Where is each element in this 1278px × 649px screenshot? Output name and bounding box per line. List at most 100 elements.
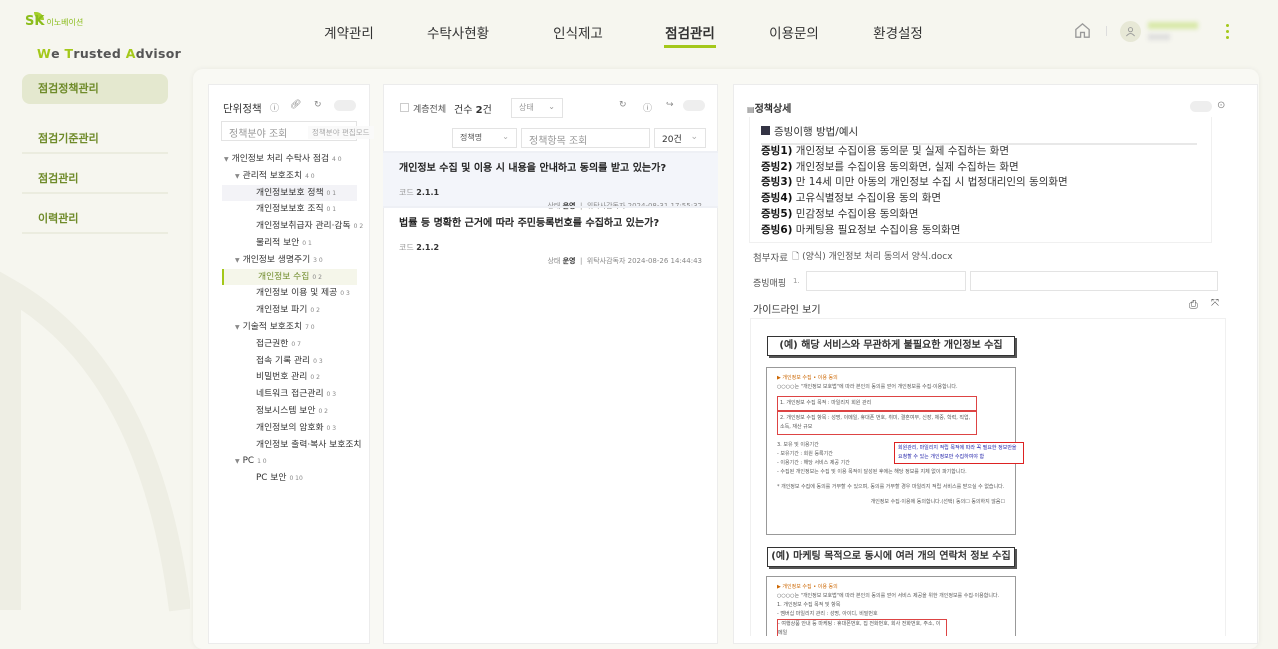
watermark-icon xyxy=(0,271,190,612)
guideline-label: 가이드라인 보기 xyxy=(753,305,821,316)
home-icon[interactable] xyxy=(1073,21,1092,40)
attach-file-link[interactable]: 🗋︎ (양식) 개인정보 처리 동의서 양식.docx xyxy=(792,249,953,265)
guide-line: ○○○○는 "개인정보 보호법"에 따라 본인의 동의를 얻어 서비스 제공을 … xyxy=(777,593,1000,599)
policy-list-item[interactable]: 개인정보 수집 및 이용 시 내용을 안내하고 동의를 받고 있는가? 코드 2… xyxy=(383,151,718,210)
nav-settings[interactable]: 환경설정 xyxy=(858,22,938,48)
guide-line: - 수집된 개인정보는 수집 및 이용 목적이 달성된 후에는 해당 정보를 지… xyxy=(777,469,967,475)
tree-node[interactable]: ▼ PC 1 0 xyxy=(222,453,357,470)
guide-note: 회원관리, 마일리지 적립 목적에 따라 꼭 필요한 정보만을 요청할 수 있는… xyxy=(894,442,1024,464)
nav-contract[interactable]: 계약관리 xyxy=(300,22,398,48)
help-icon[interactable]: ⓘ xyxy=(643,101,652,114)
evidence-item: 증빙2) 개인정보를 수집이용 동의화면, 실제 수집하는 화면 xyxy=(761,160,1019,173)
tree-node[interactable]: 개인정보 이용 및 제공 0 3 xyxy=(222,285,357,302)
item-code: 코드 2.1.1 xyxy=(399,188,440,197)
tree-node[interactable]: 개인정보 파기 0 2 xyxy=(222,302,357,319)
all-levels-checkbox[interactable] xyxy=(400,103,409,112)
tree-node[interactable]: 개인정보 수집 0 2 xyxy=(222,268,357,286)
help-icon[interactable]: ⓘ xyxy=(270,101,279,114)
caret-down-icon[interactable]: ▼ xyxy=(235,257,240,264)
guide-line: - 여행상품 안내 등 마케팅 : 휴대폰번호, 집 전화번호, 회사 전화번호… xyxy=(777,619,947,636)
mapping-input-1[interactable] xyxy=(806,271,966,291)
guide-heading: (예) 해당 서비스와 무관하게 불필요한 개인정보 수집 xyxy=(767,336,1015,356)
top-nav: 계약관리 수탁사현황 인식제고 점검관리 이용문의 환경설정 xyxy=(300,22,938,48)
guide-line: ▶ 개인정보 수집 • 이용 동의 xyxy=(777,375,838,381)
policy-tree: ▼ 개인정보 처리 수탁사 점검 4 0 ▼ 관리적 보호조치 4 0 개인정보보호 정책 0… xyxy=(222,151,363,487)
user-name-blurred xyxy=(1148,22,1198,29)
item-meta: 상태 운영 | 위탁사감독자 2024-08-26 14:44:43 xyxy=(547,257,702,265)
tree-node[interactable]: 개인정보취급자 관리·감독 0 2 xyxy=(222,218,363,235)
file-icon: 🗋︎ xyxy=(792,252,800,262)
guide-line: 1. 개인정보 수집 목적 : 마일리지 회원 관리 xyxy=(777,396,977,411)
fullscreen-icon[interactable]: ⤧ xyxy=(1211,298,1219,309)
user-icon xyxy=(1126,27,1135,37)
detail-title: ▤정책상세 xyxy=(747,104,792,115)
avatar[interactable] xyxy=(1120,21,1141,42)
caret-down-icon[interactable]: ▼ xyxy=(235,458,240,465)
more-menu-icon[interactable] xyxy=(1226,24,1230,42)
caret-down-icon[interactable]: ▼ xyxy=(224,156,229,163)
nav-inspection[interactable]: 점검관리 xyxy=(664,22,716,48)
guide-line: - 멤버십 마일리지 관리 : 성명, 아이디, 비밀번호 xyxy=(777,611,878,617)
field-select[interactable]: 정책명 ⌄ xyxy=(452,128,517,148)
list-toggle[interactable] xyxy=(683,100,705,111)
tree-node[interactable]: ▼ 개인정보 생명주기 3 0 xyxy=(222,252,357,269)
guide-line: 개인정보 수집·이용에 동의합니다.(선택) 동의☐ 동의하지 않음☐ xyxy=(870,499,1005,505)
guideline-viewer[interactable]: (예) 해당 서비스와 무관하게 불필요한 개인정보 수집 ▶ 개인정보 수집 … xyxy=(750,318,1226,636)
target-icon[interactable]: ⊙ xyxy=(1217,100,1225,111)
tagline: We Trusted Advisor xyxy=(37,46,182,61)
tree-node[interactable]: ▼ 기술적 보호조치 7 0 xyxy=(222,319,357,336)
tree-node[interactable]: 개인정보의 암호화 0 3 xyxy=(222,420,357,437)
tree-node[interactable]: PC 보안 0 10 xyxy=(222,470,357,487)
sidebar-item-history[interactable]: 이력관리 xyxy=(22,194,168,234)
sidebar-item-criteria[interactable]: 점검기준관리 xyxy=(22,114,168,154)
caret-down-icon[interactable]: ▼ xyxy=(235,173,240,180)
edit-mode-tooltip: 정책분야 편집모드 xyxy=(308,126,374,139)
print-icon[interactable]: ⎙ xyxy=(1189,298,1198,312)
sidebar-item-policy[interactable]: 점검정책관리 xyxy=(22,74,168,104)
guide-image: ▶ 개인정보 수집 • 이용 동의 ○○○○는 "개인정보 보호법"에 따라 본인… xyxy=(766,576,1016,636)
tree-node[interactable]: ▼ 관리적 보호조치 4 0 xyxy=(222,168,357,185)
sidebar-item-inspection[interactable]: 점검관리 xyxy=(22,154,168,194)
refresh-icon[interactable]: ↻ xyxy=(619,100,627,110)
refresh-icon[interactable]: ↻ xyxy=(314,100,322,110)
nav-awareness[interactable]: 인식제고 xyxy=(538,22,618,48)
sidebar: 점검정책관리 점검기준관리 점검관리 이력관리 xyxy=(22,74,168,234)
tree-node[interactable]: 접속 기록 관리 0 3 xyxy=(222,353,357,370)
tree-node[interactable]: 개인정보보호 정책 0 1 xyxy=(222,184,357,202)
nav-inquiry[interactable]: 이용문의 xyxy=(754,22,834,48)
logo-sub: 이노베이션 xyxy=(46,18,84,27)
tree-node[interactable]: 정보시스템 보안 0 2 xyxy=(222,403,357,420)
nav-status[interactable]: 수탁사현황 xyxy=(406,22,510,48)
evidence-item: 증빙5) 민감정보 수집이용 동의화면 xyxy=(761,207,919,220)
tree-node[interactable]: 네트워크 접근관리 0 3 xyxy=(222,386,357,403)
policy-list-item[interactable]: 법률 등 명확한 근거에 따라 주민등록번호를 수집하고 있는가? 코드 2.1… xyxy=(383,206,718,265)
evidence-list: 증빙1) 개인정보 수집이용 동의문 및 실제 수집하는 화면증빙2) 개인정보… xyxy=(761,144,1068,238)
tree-node[interactable]: 물리적 보안 0 1 xyxy=(222,235,357,252)
detail-toggle[interactable] xyxy=(1190,101,1212,112)
evidence-item: 증빙4) 고유식별정보 수집이용 동의 화면 xyxy=(761,192,942,205)
policy-search-input[interactable]: 정책항목 조회 xyxy=(521,128,650,148)
tree-node[interactable]: 접근권한 0 7 xyxy=(222,336,357,353)
status-select[interactable]: 상태 ⌄ xyxy=(511,98,563,118)
logo[interactable]: SK 이노베이션 xyxy=(25,14,83,29)
logo-company: SK xyxy=(25,14,45,29)
link-icon[interactable]: 🔗︎ xyxy=(290,100,301,110)
edit-toggle[interactable] xyxy=(334,100,356,111)
evidence-item: 증빙3) 만 14세 미만 아동의 개인정보 수집 시 법정대리인의 동의화면 xyxy=(761,176,1068,189)
tree-node[interactable]: ▼ 개인정보 처리 수탁사 점검 4 0 xyxy=(222,151,357,168)
document-icon: ▤ xyxy=(747,105,755,114)
count-text: 건수 2건 xyxy=(454,105,492,116)
guide-line: ○○○○는 "개인정보 보호법"에 따라 본인의 동의를 얻어 개인정보를 수집… xyxy=(777,384,958,390)
caret-down-icon[interactable]: ▼ xyxy=(235,324,240,331)
guide-line: 1. 개인정보 수집 목적 및 항목 xyxy=(777,602,841,608)
tree-node[interactable]: 개인정보보호 조직 0 1 xyxy=(222,201,357,218)
item-code: 코드 2.1.2 xyxy=(399,243,440,252)
mapping-input-2[interactable] xyxy=(970,271,1218,291)
tree-node[interactable]: 개인정보 출력·복사 보호조치 xyxy=(222,437,362,454)
mapping-label: 증빙매핑 xyxy=(753,279,787,289)
redirect-icon[interactable]: ↪ xyxy=(666,100,674,110)
guide-line: 2. 개인정보 수집 항목 : 성명, 이메일, 휴대폰 번호, 취미, 결혼여… xyxy=(777,411,977,435)
evidence-item: 증빙1) 개인정보 수집이용 동의문 및 실제 수집하는 화면 xyxy=(761,145,1010,157)
tree-node[interactable]: 비밀번호 관리 0 2 xyxy=(222,369,357,386)
page-size-select[interactable]: 20건 ⌄ xyxy=(654,128,706,148)
